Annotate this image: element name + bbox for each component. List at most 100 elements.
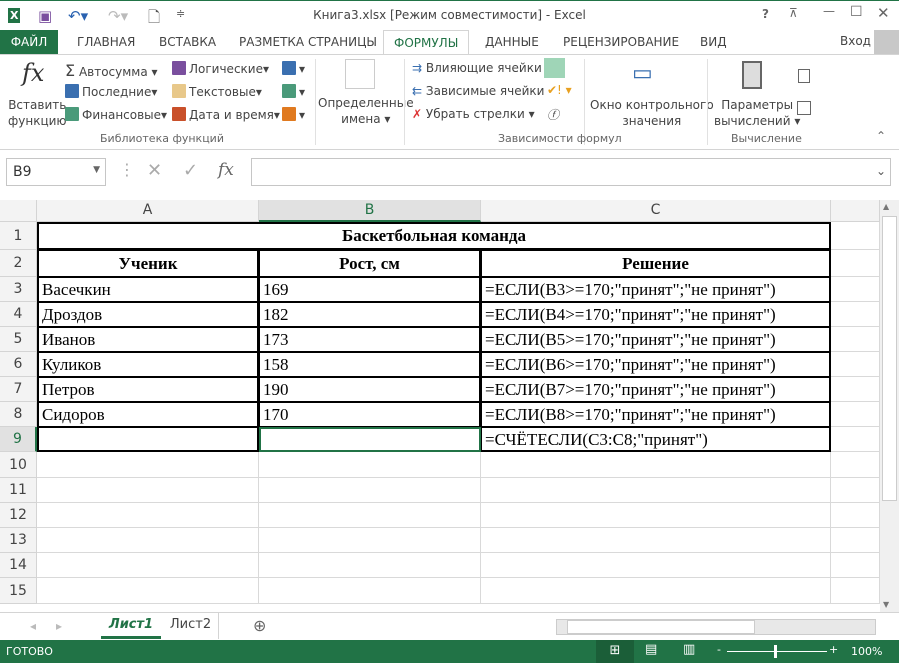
row-header-12[interactable]: 12 bbox=[0, 503, 37, 528]
table-cell[interactable]: Дроздов bbox=[37, 302, 259, 327]
calculate-now-icon[interactable] bbox=[798, 69, 810, 83]
table-cell[interactable]: =ЕСЛИ(B5>=170;"принят";"не принят") bbox=[481, 327, 831, 352]
formula-input[interactable] bbox=[251, 158, 891, 186]
minimize-button[interactable]: — bbox=[823, 4, 835, 18]
user-avatar[interactable] bbox=[874, 30, 899, 55]
normal-view-icon[interactable]: ⊞ bbox=[596, 640, 634, 663]
name-box[interactable]: B9 ▼ bbox=[6, 158, 106, 186]
table-cell[interactable]: =ЕСЛИ(B6>=170;"принят";"не принят") bbox=[481, 352, 831, 377]
sign-in-link[interactable]: Вход bbox=[840, 34, 871, 48]
spreadsheet-grid[interactable]: A B C 1 2 3 4 5 6 7 8 9 10 11 12 13 14 15 Баскетбольная ко… bbox=[0, 200, 880, 612]
zoom-slider[interactable] bbox=[727, 651, 827, 652]
table-cell[interactable]: =ЕСЛИ(B4>=170;"принят";"не принят") bbox=[481, 302, 831, 327]
tab-home[interactable]: ГЛАВНАЯ bbox=[67, 30, 145, 55]
cell[interactable] bbox=[481, 578, 831, 604]
row-header-13[interactable]: 13 bbox=[0, 528, 37, 553]
table-title[interactable]: Баскетбольная команда bbox=[37, 222, 831, 250]
tab-view[interactable]: ВИД bbox=[690, 30, 737, 55]
evaluate-formula-icon[interactable]: ⓕ bbox=[547, 106, 559, 123]
cell[interactable] bbox=[259, 528, 481, 553]
row-header-15[interactable]: 15 bbox=[0, 578, 37, 604]
tab-review[interactable]: РЕЦЕНЗИРОВАНИЕ bbox=[553, 30, 689, 55]
table-cell[interactable]: =ЕСЛИ(B8>=170;"принят";"не принят") bbox=[481, 402, 831, 427]
column-header-C[interactable]: C bbox=[481, 200, 831, 222]
header-cell[interactable]: Ученик bbox=[37, 250, 259, 277]
enter-icon[interactable]: ✓ bbox=[183, 160, 198, 181]
close-button[interactable]: ✕ bbox=[877, 4, 890, 22]
hscroll-thumb[interactable] bbox=[567, 620, 755, 634]
sheet-tab-1[interactable]: Лист1 bbox=[101, 613, 161, 639]
zoom-out-button[interactable]: - bbox=[717, 643, 721, 656]
cell[interactable] bbox=[259, 553, 481, 578]
column-header-B[interactable]: B bbox=[259, 200, 481, 222]
cell[interactable] bbox=[831, 478, 880, 503]
table-cell[interactable]: Сидоров bbox=[37, 402, 259, 427]
page-layout-icon[interactable]: ▤ bbox=[645, 642, 657, 657]
tab-page-layout[interactable]: РАЗМЕТКА СТРАНИЦЫ bbox=[229, 30, 387, 55]
remove-arrows-button[interactable]: ✗ Убрать стрелки ▾ bbox=[412, 107, 535, 121]
watch-window-button[interactable]: Окно контрольного значения bbox=[590, 97, 714, 129]
table-cell[interactable]: 182 bbox=[259, 302, 481, 327]
table-cell[interactable]: 173 bbox=[259, 327, 481, 352]
tab-data[interactable]: ДАННЫЕ bbox=[475, 30, 549, 55]
table-cell[interactable]: =СЧЁТЕСЛИ(C3:C8;"принят") bbox=[481, 427, 831, 452]
table-cell[interactable]: Куликов bbox=[37, 352, 259, 377]
table-cell[interactable] bbox=[37, 427, 259, 452]
defined-names-button[interactable]: Определенные имена ▾ bbox=[318, 95, 414, 127]
math-button[interactable]: ▾ bbox=[282, 84, 305, 99]
row-header-11[interactable]: 11 bbox=[0, 478, 37, 503]
cancel-icon[interactable]: ✕ bbox=[147, 160, 162, 181]
cell[interactable] bbox=[37, 553, 259, 578]
ribbon-display-icon[interactable]: ⊼ bbox=[789, 6, 798, 20]
next-sheet-icon[interactable]: ▸ bbox=[56, 619, 62, 633]
prev-sheet-icon[interactable]: ◂ bbox=[30, 619, 36, 633]
cell[interactable] bbox=[481, 452, 831, 478]
show-formulas-icon[interactable] bbox=[544, 58, 565, 78]
cell[interactable] bbox=[37, 578, 259, 604]
expand-formula-icon[interactable]: ⌄ bbox=[876, 164, 886, 178]
row-header-14[interactable]: 14 bbox=[0, 553, 37, 578]
zoom-level[interactable]: 100% bbox=[851, 645, 882, 658]
column-header-D[interactable] bbox=[831, 200, 880, 222]
trace-dependents-button[interactable]: ⇇ Зависимые ячейки bbox=[412, 84, 544, 98]
cell[interactable] bbox=[37, 452, 259, 478]
cell[interactable] bbox=[831, 427, 880, 452]
insert-function-button[interactable]: Вставить функцию bbox=[8, 97, 67, 129]
table-cell[interactable]: Петров bbox=[37, 377, 259, 402]
maximize-button[interactable]: ☐ bbox=[850, 4, 863, 20]
vertical-scrollbar[interactable]: ▲ ▼ bbox=[880, 200, 899, 612]
cell[interactable] bbox=[831, 277, 880, 302]
row-header-2[interactable]: 2 bbox=[0, 250, 37, 277]
row-header-3[interactable]: 3 bbox=[0, 277, 37, 302]
text-button[interactable]: Текстовые▾ bbox=[172, 84, 262, 99]
cell[interactable] bbox=[831, 528, 880, 553]
table-cell[interactable]: =ЕСЛИ(B7>=170;"принят";"не принят") bbox=[481, 377, 831, 402]
scroll-down-icon[interactable]: ▼ bbox=[883, 600, 889, 609]
insert-function-icon[interactable]: fx bbox=[218, 160, 234, 180]
row-header-6[interactable]: 6 bbox=[0, 352, 37, 377]
column-header-A[interactable]: A bbox=[37, 200, 259, 222]
row-header-9[interactable]: 9 bbox=[0, 427, 37, 452]
cell[interactable] bbox=[831, 578, 880, 604]
cell[interactable] bbox=[481, 478, 831, 503]
cell[interactable] bbox=[831, 352, 880, 377]
error-checking-icon[interactable]: ✔! ▾ bbox=[547, 83, 572, 97]
table-cell[interactable]: Иванов bbox=[37, 327, 259, 352]
table-cell[interactable]: 169 bbox=[259, 277, 481, 302]
cell[interactable] bbox=[259, 578, 481, 604]
page-break-icon[interactable]: ▥ bbox=[683, 642, 695, 657]
row-header-5[interactable]: 5 bbox=[0, 327, 37, 352]
cell[interactable] bbox=[259, 478, 481, 503]
tab-file[interactable]: ФАЙЛ bbox=[0, 30, 58, 55]
table-cell[interactable]: 158 bbox=[259, 352, 481, 377]
cell[interactable] bbox=[831, 327, 880, 352]
table-cell[interactable]: 190 bbox=[259, 377, 481, 402]
scroll-up-icon[interactable]: ▲ bbox=[883, 202, 889, 211]
row-header-7[interactable]: 7 bbox=[0, 377, 37, 402]
cell[interactable] bbox=[831, 302, 880, 327]
horizontal-scrollbar[interactable] bbox=[556, 619, 876, 635]
financial-button[interactable]: Финансовые▾ bbox=[65, 107, 167, 122]
calc-options-button[interactable]: Параметры вычислений ▾ bbox=[714, 97, 800, 129]
header-cell[interactable]: Решение bbox=[481, 250, 831, 277]
collapse-ribbon-icon[interactable]: ⌃ bbox=[876, 129, 886, 143]
